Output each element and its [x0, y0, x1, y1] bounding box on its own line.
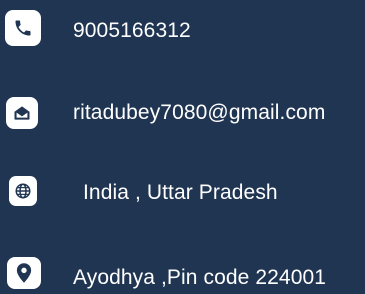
globe-icon: [9, 176, 37, 206]
email-address[interactable]: ritadubey7080@gmail.com: [73, 102, 325, 123]
envelope-icon: [6, 97, 38, 129]
contact-address-row: Ayodhya ,Pin code 224001: [0, 254, 365, 294]
phone-icon: [5, 10, 41, 46]
contact-location-row: India , Uttar Pradesh: [0, 172, 365, 212]
map-pin-icon: [7, 257, 41, 289]
contact-email-row: ritadubey7080@gmail.com: [0, 93, 365, 133]
contact-phone-row: 9005166312: [0, 8, 365, 48]
location-text: India , Uttar Pradesh: [83, 181, 278, 204]
phone-number[interactable]: 9005166312: [73, 20, 191, 41]
address-text: Ayodhya ,Pin code 224001: [73, 266, 327, 289]
